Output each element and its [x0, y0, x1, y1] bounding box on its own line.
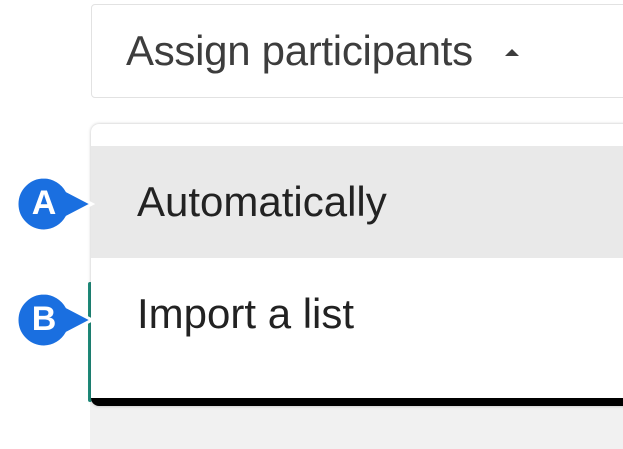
callout-letter: B [31, 299, 57, 338]
callout-b-marker: B [15, 290, 96, 350]
assign-participants-dropdown[interactable]: Assign participants [91, 4, 623, 98]
assign-participants-label: Assign participants [126, 27, 473, 74]
menu-item-import-a-list[interactable]: Import a list [91, 258, 623, 370]
screenshot-canvas: Assign participants Automatically Import… [0, 0, 623, 449]
background-panel [90, 402, 623, 449]
menu-item-label: Automatically [137, 178, 387, 225]
callout-letter: A [31, 183, 57, 222]
caret-up-icon [504, 48, 519, 56]
menu-item-label: Import a list [137, 290, 355, 337]
callout-a-marker: A [15, 174, 96, 234]
assign-participants-menu: Automatically Import a list [91, 124, 623, 406]
menu-item-automatically[interactable]: Automatically [91, 146, 623, 258]
